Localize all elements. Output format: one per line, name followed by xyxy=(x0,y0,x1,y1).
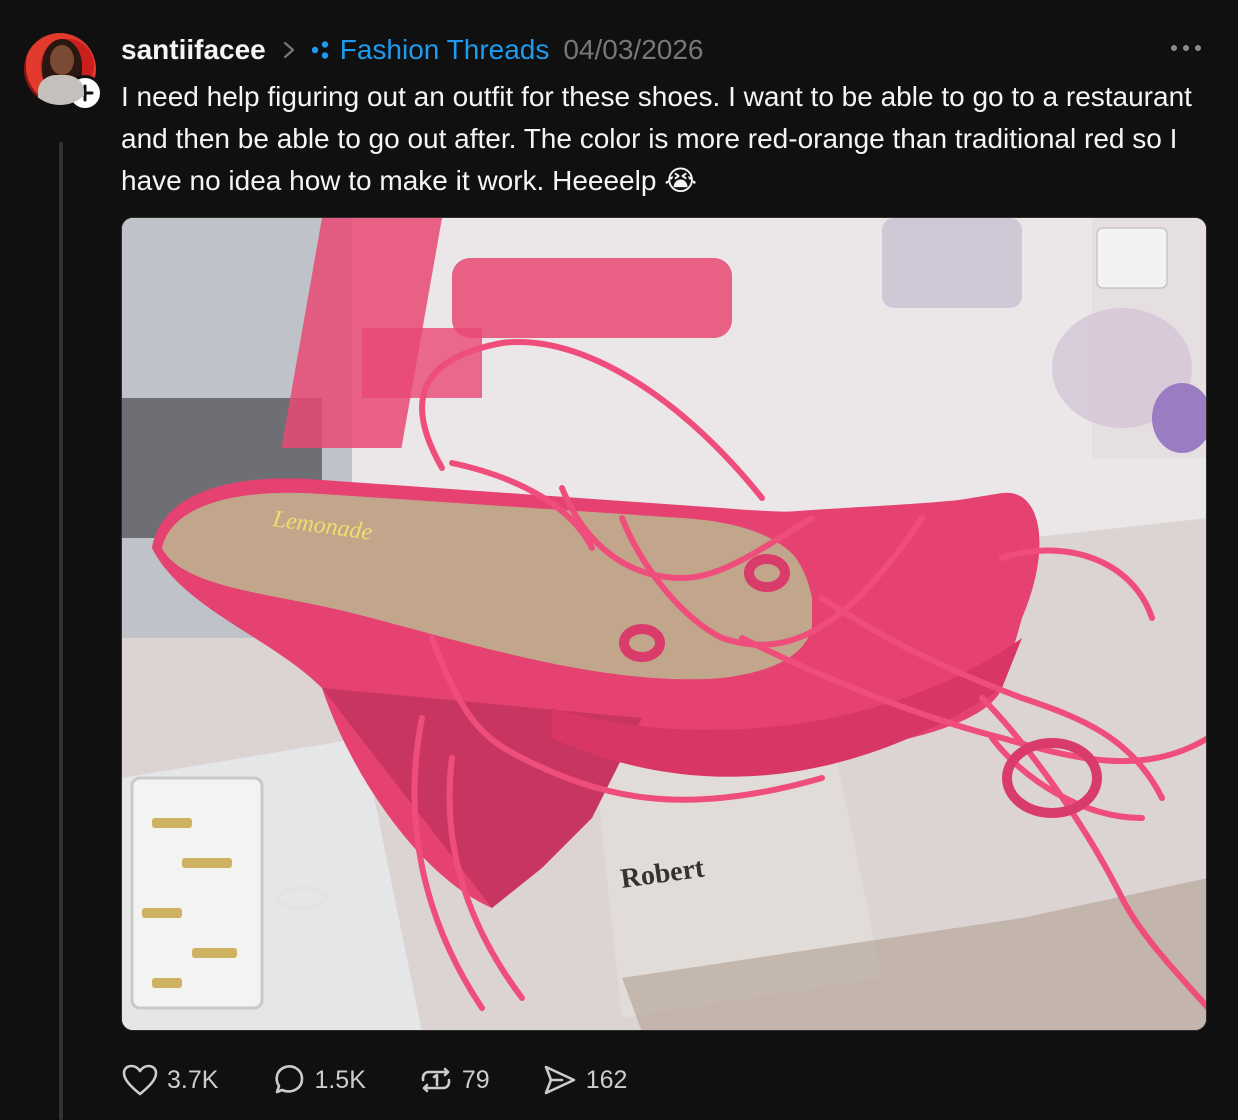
like-button[interactable]: 3.7K xyxy=(121,1063,218,1097)
repost-count: 79 xyxy=(461,1065,490,1094)
repost-button[interactable]: 79 xyxy=(418,1063,490,1097)
thread-line xyxy=(59,142,63,1120)
username[interactable]: santiifacee xyxy=(121,34,266,66)
repost-icon xyxy=(421,1067,451,1093)
post-text: I need help figuring out an outfit for t… xyxy=(121,81,1192,196)
reply-button[interactable]: 1.5K xyxy=(270,1062,366,1098)
post-header: santiifacee Fashion Threads 04/03/2026 xyxy=(121,30,704,70)
post-date: 04/03/2026 xyxy=(563,34,704,65)
thread-post: santiifacee Fashion Threads 04/03/2026 I… xyxy=(0,0,1238,1120)
reply-count: 1.5K xyxy=(314,1065,366,1094)
heart-icon xyxy=(122,1064,158,1096)
topic-dots-icon xyxy=(310,40,332,60)
post-image[interactable]: Robert Lemonade xyxy=(121,217,1207,1031)
share-icon xyxy=(544,1065,575,1095)
comment-icon xyxy=(275,1065,304,1094)
like-count: 3.7K xyxy=(167,1065,219,1094)
more-button[interactable] xyxy=(1166,36,1206,60)
share-button[interactable]: 162 xyxy=(542,1063,628,1097)
action-bar: 3.7K 1.5K 79 162 xyxy=(121,1060,679,1100)
topic-link[interactable]: Fashion Threads xyxy=(340,34,550,66)
share-count: 162 xyxy=(585,1065,628,1094)
chevron-right-icon xyxy=(282,40,296,60)
more-horizontal-icon xyxy=(1171,45,1201,51)
